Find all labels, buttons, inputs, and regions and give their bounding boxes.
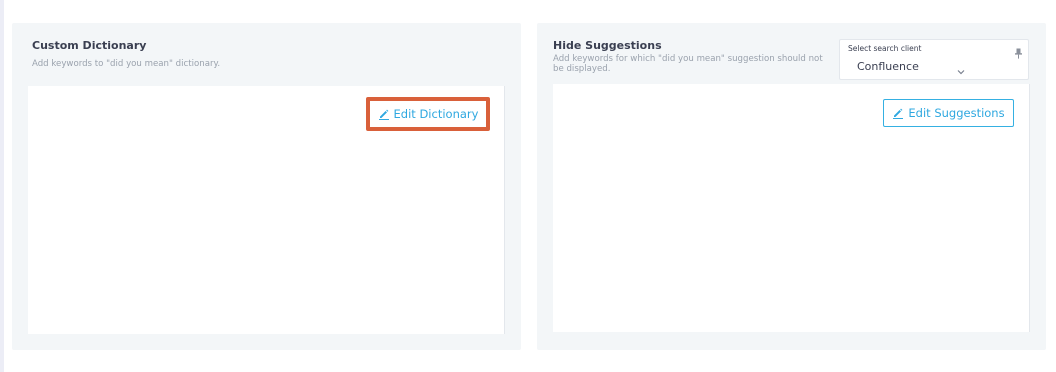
pencil-icon bbox=[378, 108, 390, 120]
edit-suggestions-button[interactable]: Edit Suggestions bbox=[883, 99, 1014, 127]
hide-suggestions-description: Add keywords for which "did you mean" su… bbox=[553, 54, 823, 74]
search-client-select[interactable]: Select search client Confluence bbox=[839, 39, 1029, 80]
pin-icon[interactable] bbox=[1013, 44, 1024, 59]
custom-dictionary-description: Add keywords to "did you mean" dictionar… bbox=[32, 59, 221, 69]
custom-dictionary-panel: Custom Dictionary Add keywords to "did y… bbox=[12, 23, 521, 350]
page-left-edge bbox=[0, 0, 4, 372]
hide-suggestions-panel: Hide Suggestions Add keywords for which … bbox=[537, 23, 1046, 350]
custom-dictionary-title: Custom Dictionary bbox=[32, 39, 147, 52]
pencil-icon bbox=[892, 107, 904, 119]
edit-suggestions-label: Edit Suggestions bbox=[908, 106, 1005, 120]
search-client-label: Select search client bbox=[848, 44, 922, 53]
edit-dictionary-label: Edit Dictionary bbox=[393, 107, 479, 121]
chevron-down-icon bbox=[956, 62, 966, 75]
edit-dictionary-button[interactable]: Edit Dictionary bbox=[370, 101, 486, 127]
search-client-value: Confluence bbox=[857, 60, 919, 73]
hide-suggestions-title: Hide Suggestions bbox=[553, 39, 662, 52]
